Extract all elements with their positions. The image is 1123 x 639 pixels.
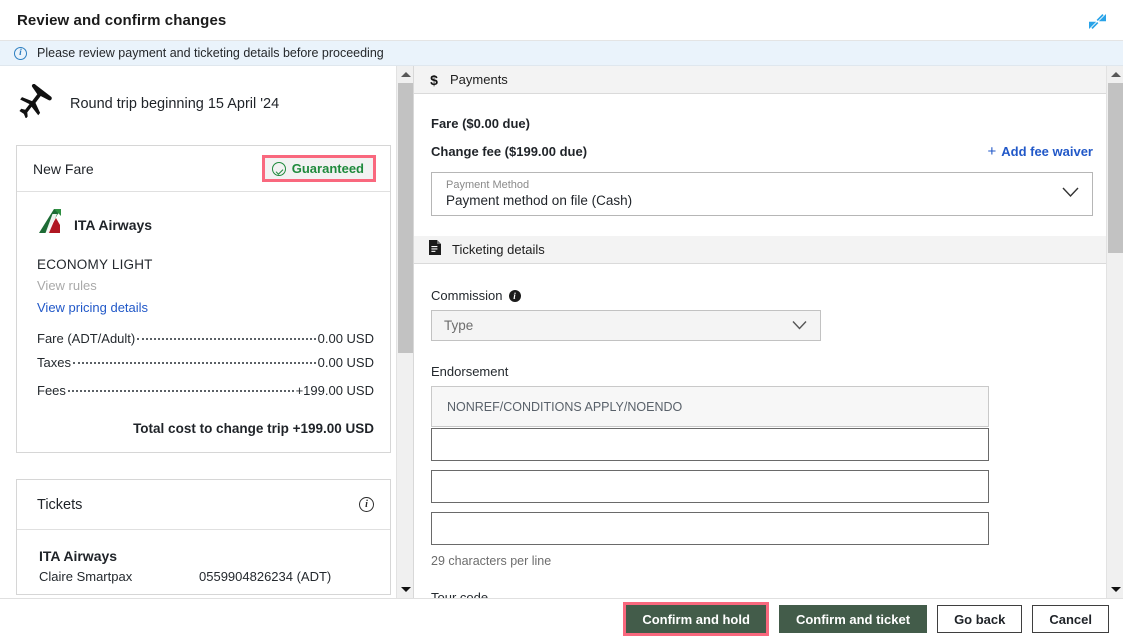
tickets-title: Tickets xyxy=(37,496,83,513)
commission-label: Commission xyxy=(431,288,503,303)
info-banner-message: Please review payment and ticketing deta… xyxy=(37,46,384,60)
airplane-icon xyxy=(16,83,54,123)
price-line-value: +199.00 USD xyxy=(295,383,374,398)
price-line-value: 0.00 USD xyxy=(317,331,374,346)
new-fare-title: New Fare xyxy=(33,160,94,177)
ticket-airline-name: ITA Airways xyxy=(39,548,118,564)
change-fee-row: Change fee ($199.00 due) + Add fee waive… xyxy=(431,143,1093,160)
check-circle-icon xyxy=(271,161,286,176)
info-circle-icon[interactable]: i xyxy=(359,497,374,512)
add-fee-waiver-button[interactable]: + Add fee waiver xyxy=(987,143,1093,160)
price-line-label: Fare (ADT/Adult) xyxy=(37,331,136,346)
payment-method-value: Payment method on file (Cash) xyxy=(446,193,633,208)
table-row: Claire Smartpax 0559904826234 (ADT) xyxy=(39,569,374,584)
price-line-value: 0.00 USD xyxy=(317,355,374,370)
leader-dots xyxy=(67,390,294,392)
new-fare-card: New Fare Guaranteed ITA Airways ECONOMY … xyxy=(16,145,391,453)
scroll-down-arrow-icon[interactable] xyxy=(397,581,413,598)
info-banner: i Please review payment and ticketing de… xyxy=(0,41,1123,66)
price-line-label: Taxes xyxy=(37,355,71,370)
right-details-pane: $ Payments Fare ($0.00 due) Change fee (… xyxy=(414,66,1123,598)
scroll-down-arrow-icon[interactable] xyxy=(1107,581,1123,598)
cancel-button[interactable]: Cancel xyxy=(1032,605,1109,633)
endorsement-line-4[interactable] xyxy=(431,512,989,545)
confirm-and-ticket-button[interactable]: Confirm and ticket xyxy=(778,605,928,633)
ticketing-details-section-header: Ticketing details xyxy=(414,236,1123,264)
new-fare-card-header: New Fare Guaranteed xyxy=(17,146,390,192)
payments-section-header: $ Payments xyxy=(414,66,1123,94)
chevron-down-icon xyxy=(1062,185,1079,203)
info-circle-icon: i xyxy=(14,46,27,60)
payments-section-body: Fare ($0.00 due) Change fee ($199.00 due… xyxy=(414,94,1123,236)
price-line: Taxes 0.00 USD xyxy=(37,355,374,370)
passenger-name: Claire Smartpax xyxy=(39,569,133,584)
trip-header: Round trip beginning 15 April '24 xyxy=(16,83,391,123)
price-line: Fare (ADT/Adult) 0.00 USD xyxy=(37,331,374,346)
endorsement-line-1[interactable]: NONREF/CONDITIONS APPLY/NOENDO xyxy=(431,386,989,427)
status-badge: Guaranteed xyxy=(264,158,373,179)
payment-method-select[interactable]: Payment Method Payment method on file (C… xyxy=(431,172,1093,216)
tickets-card-body: ITA Airways Claire Smartpax 055990482623… xyxy=(17,530,390,594)
ticketing-details-title: Ticketing details xyxy=(452,242,545,257)
payments-title: Payments xyxy=(450,72,508,87)
leader-dots xyxy=(72,362,316,364)
modal-titlebar: Review and confirm changes xyxy=(0,0,1123,41)
total-cost-line: Total cost to change trip +199.00 USD xyxy=(133,421,374,436)
review-and-confirm-modal: Review and confirm changes i Please revi… xyxy=(0,0,1123,639)
scrollbar-thumb[interactable] xyxy=(1108,83,1123,253)
confirm-and-hold-button[interactable]: Confirm and hold xyxy=(626,605,766,633)
dollar-sign-icon: $ xyxy=(430,71,438,88)
ticketing-details-body: Commission i Type Endorsement NONREF/CON… xyxy=(414,264,1123,598)
chevron-down-icon xyxy=(792,318,807,333)
left-summary-pane: Round trip beginning 15 April '24 New Fa… xyxy=(0,66,414,598)
fare-due-line: Fare ($0.00 due) xyxy=(431,116,530,131)
ita-airways-logo-icon xyxy=(37,208,63,241)
payment-method-label: Payment Method xyxy=(446,179,530,191)
airline-name: ITA Airways xyxy=(74,216,153,233)
price-line: Fees +199.00 USD xyxy=(37,383,374,398)
guaranteed-badge-highlight: Guaranteed xyxy=(261,155,376,182)
confirm-and-hold-highlight: Confirm and hold xyxy=(623,602,769,636)
view-rules-link: View rules xyxy=(37,278,97,293)
guaranteed-label: Guaranteed xyxy=(291,161,364,176)
left-pane-scrollbar[interactable] xyxy=(396,66,413,598)
right-pane-scrollbar[interactable] xyxy=(1106,66,1123,598)
info-dot-icon[interactable]: i xyxy=(508,289,521,302)
endorsement-label: Endorsement xyxy=(431,364,1093,379)
plus-icon: + xyxy=(987,143,997,160)
endorsement-line-1-value: NONREF/CONDITIONS APPLY/NOENDO xyxy=(447,399,683,414)
commission-label-row: Commission i xyxy=(431,288,1093,303)
price-line-label: Fees xyxy=(37,383,66,398)
change-fee-line: Change fee ($199.00 due) xyxy=(431,144,588,159)
page-title: Review and confirm changes xyxy=(17,11,227,29)
endorsement-label-text: Endorsement xyxy=(431,364,509,379)
modal-body: Round trip beginning 15 April '24 New Fa… xyxy=(0,66,1123,598)
endorsement-line-3[interactable] xyxy=(431,470,989,503)
endorsement-line-2[interactable] xyxy=(431,428,989,461)
collapse-icon[interactable] xyxy=(1081,6,1113,36)
characters-per-line-hint: 29 characters per line xyxy=(431,554,552,568)
scroll-up-arrow-icon[interactable] xyxy=(397,66,413,83)
scrollbar-thumb[interactable] xyxy=(398,83,413,353)
add-fee-waiver-label: Add fee waiver xyxy=(1001,144,1093,159)
tickets-card: Tickets i ITA Airways Claire Smartpax 05… xyxy=(16,479,391,595)
modal-footer: Confirm and hold Confirm and ticket Go b… xyxy=(0,598,1123,639)
view-pricing-details-link[interactable]: View pricing details xyxy=(37,300,374,315)
go-back-button[interactable]: Go back xyxy=(937,605,1023,633)
tickets-card-header: Tickets i xyxy=(17,480,390,530)
tour-code-label: Tour code xyxy=(431,590,489,598)
fare-class: ECONOMY LIGHT xyxy=(37,257,153,272)
leader-dots xyxy=(137,338,316,340)
document-icon xyxy=(429,239,441,260)
trip-label: Round trip beginning 15 April '24 xyxy=(70,95,280,112)
airline-row: ITA Airways xyxy=(37,208,374,241)
commission-type-placeholder: Type xyxy=(444,318,474,333)
new-fare-card-body: ITA Airways ECONOMY LIGHT View rules Vie… xyxy=(17,192,390,452)
ticket-number: 0559904826234 (ADT) xyxy=(199,569,332,584)
scroll-up-arrow-icon[interactable] xyxy=(1107,66,1123,83)
commission-type-select[interactable]: Type xyxy=(431,310,821,341)
